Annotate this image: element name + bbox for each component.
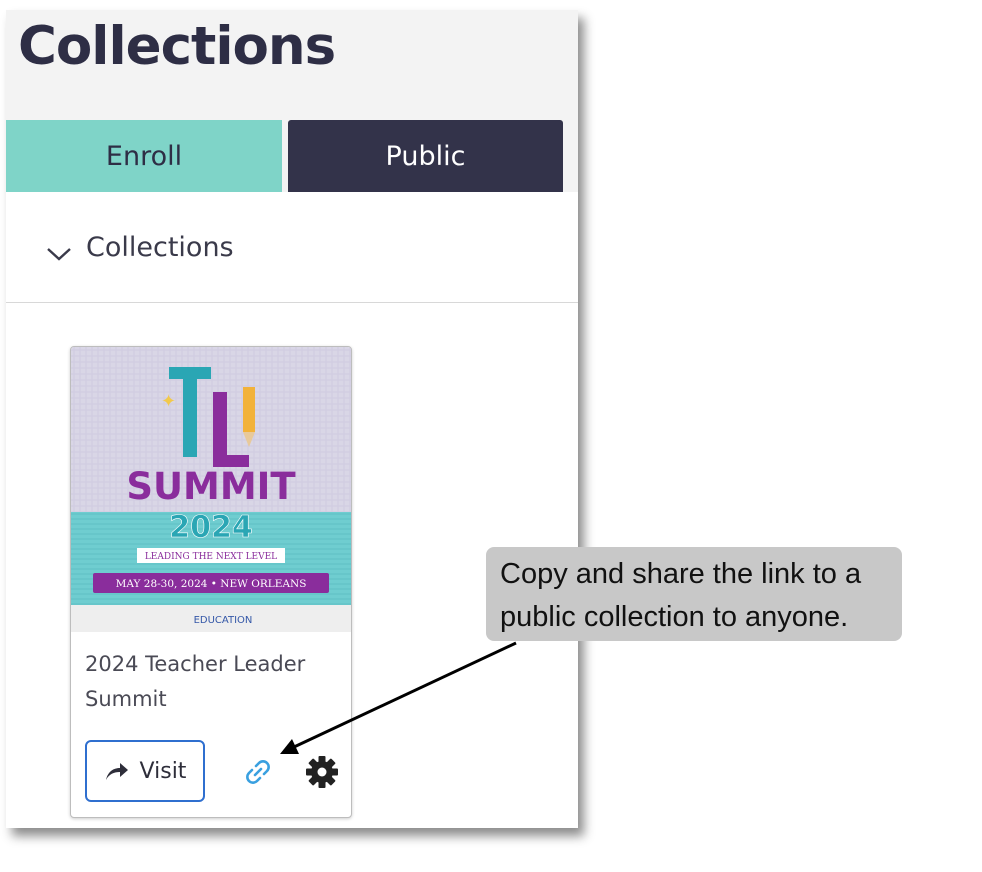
tab-public[interactable]: Public (288, 120, 563, 192)
collection-title: 2024 Teacher Leader Summit (85, 652, 306, 711)
summit-headline: SUMMIT (126, 465, 296, 508)
visit-label: Visit (139, 758, 187, 784)
summit-date-location: MAY 28-30, 2024 • NEW ORLEANS (116, 578, 307, 590)
org-logo-text: EDUCATION (194, 615, 253, 626)
collection-card: ✦ SUMMIT 2024 LEADING THE NEXT LEVEL MAY… (70, 346, 352, 818)
page-title: Collections (18, 16, 336, 77)
summit-year: 2024 (169, 510, 253, 545)
collections-panel: Collections Enroll Public Collections ✦ … (6, 10, 578, 828)
annotation-callout: Copy and share the link to a public coll… (486, 547, 902, 641)
link-icon[interactable] (243, 757, 273, 787)
collection-cover-image[interactable]: ✦ SUMMIT 2024 LEADING THE NEXT LEVEL MAY… (71, 347, 351, 632)
section-label: Collections (86, 232, 234, 263)
chevron-down-icon (47, 248, 71, 261)
gear-icon[interactable] (305, 755, 339, 789)
collections-section-toggle[interactable]: Collections (6, 192, 578, 303)
svg-text:✦: ✦ (161, 391, 176, 412)
panel-header: Collections Enroll Public (6, 10, 578, 192)
tab-enroll[interactable]: Enroll (6, 120, 282, 192)
visit-button[interactable]: Visit (85, 740, 205, 802)
share-arrow-icon (105, 763, 128, 780)
summit-tagline: LEADING THE NEXT LEVEL (145, 552, 277, 562)
